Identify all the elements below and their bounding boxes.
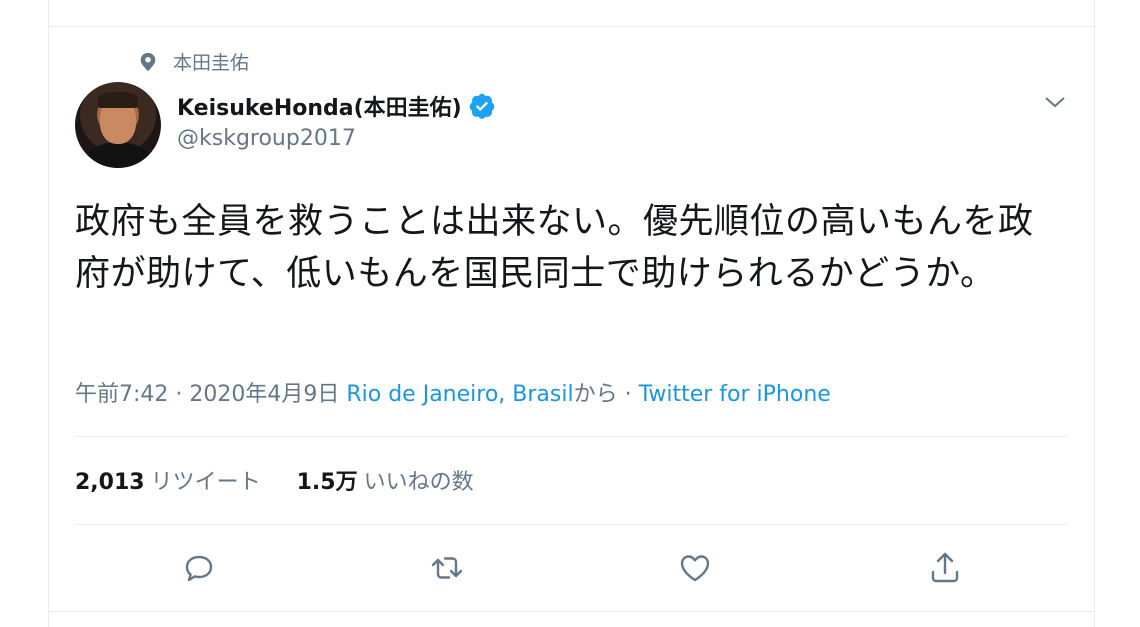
tweet-client-link[interactable]: Twitter for iPhone — [639, 382, 831, 407]
tweet-card: 本田圭佑 KeisukeHonda(本田圭佑) @kskgroup2017 政府… — [48, 0, 1095, 627]
retweets-count: 2,013 — [75, 470, 145, 495]
retweets-label: リツイート — [150, 470, 261, 495]
retweet-icon — [431, 557, 463, 579]
divider — [75, 436, 1068, 437]
meta-separator: · — [617, 382, 639, 407]
top-divider — [49, 26, 1094, 27]
tweet-text: 政府も全員を救うことは出来ない。優先順位の高いもんを政府が助けて、低いもんを国民… — [75, 202, 1034, 294]
share-icon — [931, 552, 959, 583]
divider — [75, 524, 1068, 525]
tweet-timestamp[interactable]: 午前7:42 · 2020年4月9日 — [75, 382, 346, 407]
likes-label: いいねの数 — [363, 470, 474, 495]
tweet-location-link[interactable]: Rio de Janeiro, Brasil — [346, 382, 573, 407]
tweet-meta: 午前7:42 · 2020年4月9日 Rio de Janeiro, Brasi… — [75, 376, 831, 408]
likes-count: 1.5万 — [296, 470, 358, 495]
tweet-stats: 2,013 リツイート 1.5万 いいねの数 — [75, 464, 474, 496]
bottom-divider — [49, 611, 1094, 612]
chevron-down-icon[interactable] — [1043, 92, 1067, 112]
author-handle[interactable]: @kskgroup2017 — [177, 126, 356, 151]
verified-badge-icon — [469, 93, 494, 119]
like-button[interactable] — [675, 548, 715, 588]
retweets-stat[interactable]: 2,013 リツイート — [75, 470, 261, 495]
author-display-name[interactable]: KeisukeHonda(本田圭佑) — [177, 90, 462, 122]
retweet-button[interactable] — [427, 548, 467, 588]
avatar[interactable] — [75, 82, 161, 168]
author-name-row[interactable]: KeisukeHonda(本田圭佑) — [177, 90, 496, 122]
location-pin-icon — [140, 52, 156, 71]
pinned-context: 本田圭佑 — [137, 48, 249, 75]
pinned-label: 本田圭佑 — [173, 52, 250, 74]
share-button[interactable] — [925, 548, 965, 588]
likes-stat[interactable]: 1.5万 いいねの数 — [297, 470, 474, 495]
reply-icon — [185, 555, 213, 582]
like-icon — [680, 555, 710, 582]
reply-button[interactable] — [179, 548, 219, 588]
tweet-from-suffix: から — [573, 382, 618, 407]
